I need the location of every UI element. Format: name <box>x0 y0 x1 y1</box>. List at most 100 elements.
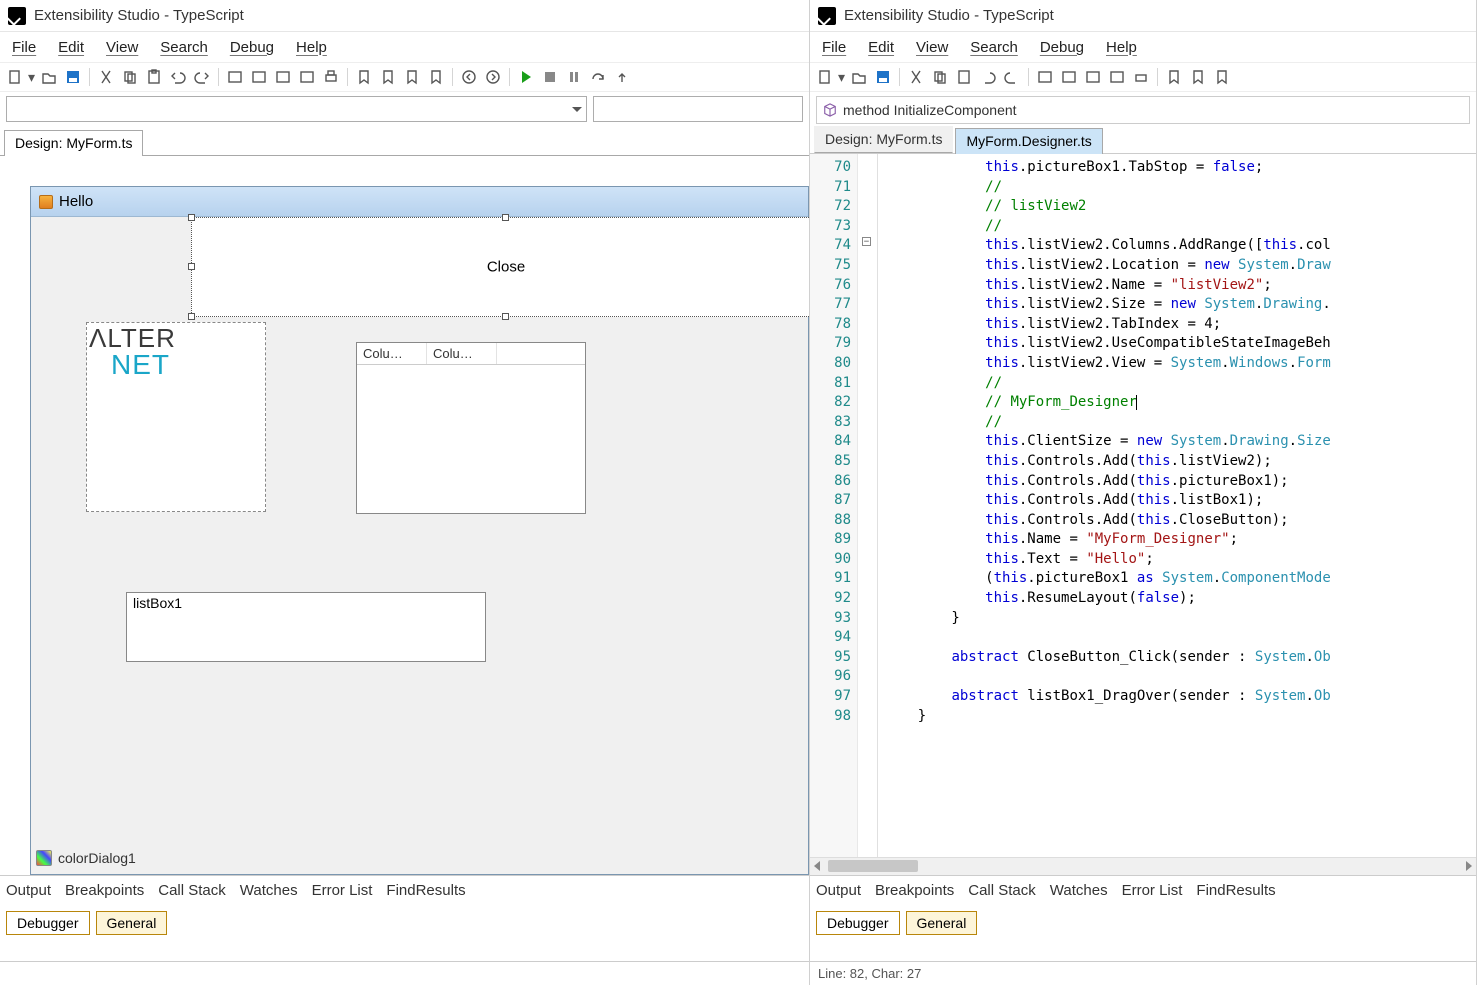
tool-icon[interactable] <box>248 66 270 88</box>
combo-member[interactable] <box>593 96 803 122</box>
step-out-icon[interactable] <box>611 66 633 88</box>
code-area[interactable]: this.pictureBox1.TabStop = false; // // … <box>858 154 1476 857</box>
tool-icon[interactable] <box>296 66 318 88</box>
bookmark-next-icon[interactable] <box>401 66 423 88</box>
combo-class[interactable] <box>6 96 587 122</box>
tab-breakpoints[interactable]: Breakpoints <box>65 882 144 899</box>
bookmark-clear-icon[interactable] <box>425 66 447 88</box>
design-surface[interactable]: Hello Close ΛLTER NET <box>0 156 809 875</box>
tool-icon[interactable] <box>1082 66 1104 88</box>
colordialog-icon <box>36 850 52 866</box>
designer-close-button[interactable]: Close <box>191 217 809 317</box>
listbox-text: listBox1 <box>133 595 182 611</box>
menu-search[interactable]: Search <box>970 39 1018 56</box>
menu-edit[interactable]: Edit <box>868 39 894 56</box>
bookmark-icon[interactable] <box>1187 66 1209 88</box>
paste-icon[interactable] <box>953 66 975 88</box>
menu-view[interactable]: View <box>916 39 948 56</box>
new-file-icon[interactable] <box>4 66 26 88</box>
listview-col2[interactable]: Colu… <box>427 343 497 364</box>
tab-output[interactable]: Output <box>816 882 861 899</box>
listview-col1[interactable]: Colu… <box>357 343 427 364</box>
undo-icon[interactable] <box>167 66 189 88</box>
alternet-logo: ΛLTER NET <box>89 325 176 379</box>
bookmark-prev-icon[interactable] <box>377 66 399 88</box>
editor-hscrollbar[interactable] <box>810 857 1476 875</box>
copy-icon[interactable] <box>929 66 951 88</box>
menu-file[interactable]: File <box>822 39 846 56</box>
tab-findresults[interactable]: FindResults <box>1196 882 1275 899</box>
stop-icon[interactable] <box>539 66 561 88</box>
tool-icon[interactable] <box>1058 66 1080 88</box>
bottom-tabs-right: Output Breakpoints Call Stack Watches Er… <box>810 875 1476 905</box>
tab-design[interactable]: Design: MyForm.ts <box>814 126 953 153</box>
menu-edit[interactable]: Edit <box>58 39 84 56</box>
toggle-debugger[interactable]: Debugger <box>816 911 900 935</box>
tab-callstack[interactable]: Call Stack <box>968 882 1036 899</box>
toolbar-right: ▾ <box>810 62 1476 92</box>
redo-icon[interactable] <box>1001 66 1023 88</box>
designer-form[interactable]: Hello Close ΛLTER NET <box>30 186 809 875</box>
tool-icon[interactable] <box>272 66 294 88</box>
toggle-general[interactable]: General <box>96 911 168 935</box>
print-icon[interactable] <box>320 66 342 88</box>
new-file-icon[interactable] <box>814 66 836 88</box>
member-selector[interactable]: method InitializeComponent <box>816 96 1470 124</box>
toggle-general[interactable]: General <box>906 911 978 935</box>
menu-search[interactable]: Search <box>160 39 208 56</box>
redo-icon[interactable] <box>191 66 213 88</box>
form-icon <box>39 195 53 209</box>
menu-help[interactable]: Help <box>296 39 327 56</box>
copy-icon[interactable] <box>119 66 141 88</box>
tool-icon[interactable] <box>224 66 246 88</box>
code-editor[interactable]: 7071727374757677787980818283848586878889… <box>810 153 1476 857</box>
menu-debug[interactable]: Debug <box>230 39 274 56</box>
tab-breakpoints[interactable]: Breakpoints <box>875 882 954 899</box>
undo-icon[interactable] <box>977 66 999 88</box>
designer-listview[interactable]: Colu… Colu… <box>356 342 586 514</box>
toggle-debugger[interactable]: Debugger <box>6 911 90 935</box>
open-file-icon[interactable] <box>848 66 870 88</box>
cut-icon[interactable] <box>905 66 927 88</box>
open-file-icon[interactable] <box>38 66 60 88</box>
tab-design-myform[interactable]: Design: MyForm.ts <box>4 130 143 156</box>
tab-code[interactable]: MyForm.Designer.ts <box>955 128 1102 154</box>
tab-findresults[interactable]: FindResults <box>386 882 465 899</box>
window-title: Extensibility Studio - TypeScript <box>844 7 1054 24</box>
nav-back-icon[interactable] <box>458 66 480 88</box>
tab-errorlist[interactable]: Error List <box>312 882 373 899</box>
form-title: Hello <box>59 193 93 210</box>
menu-file[interactable]: File <box>12 39 36 56</box>
statusbar-right: Line: 82, Char: 27 <box>810 961 1476 985</box>
method-icon <box>823 103 837 117</box>
window-titlebar-left: Extensibility Studio - TypeScript <box>0 0 809 32</box>
menubar-left: File Edit View Search Debug Help <box>0 32 809 62</box>
paste-icon[interactable] <box>143 66 165 88</box>
bookmark-icon[interactable] <box>353 66 375 88</box>
designer-listbox[interactable]: listBox1 <box>126 592 486 662</box>
print-icon[interactable] <box>1130 66 1152 88</box>
tab-callstack[interactable]: Call Stack <box>158 882 226 899</box>
designer-picturebox[interactable]: ΛLTER NET <box>86 322 266 512</box>
tab-output[interactable]: Output <box>6 882 51 899</box>
bookmark-icon[interactable] <box>1163 66 1185 88</box>
tool-icon[interactable] <box>1106 66 1128 88</box>
menu-debug[interactable]: Debug <box>1040 39 1084 56</box>
component-tray[interactable]: colorDialog1 <box>36 850 136 866</box>
step-over-icon[interactable] <box>587 66 609 88</box>
pause-icon[interactable] <box>563 66 585 88</box>
tab-errorlist[interactable]: Error List <box>1122 882 1183 899</box>
bookmark-icon[interactable] <box>1211 66 1233 88</box>
tab-watches[interactable]: Watches <box>1050 882 1108 899</box>
save-icon[interactable] <box>62 66 84 88</box>
cut-icon[interactable] <box>95 66 117 88</box>
nav-fwd-icon[interactable] <box>482 66 504 88</box>
tab-watches[interactable]: Watches <box>240 882 298 899</box>
save-icon[interactable] <box>872 66 894 88</box>
statusbar-left <box>0 961 809 985</box>
run-icon[interactable] <box>515 66 537 88</box>
menu-view[interactable]: View <box>106 39 138 56</box>
tool-icon[interactable] <box>1034 66 1056 88</box>
menu-help[interactable]: Help <box>1106 39 1137 56</box>
tray-label: colorDialog1 <box>58 850 136 866</box>
